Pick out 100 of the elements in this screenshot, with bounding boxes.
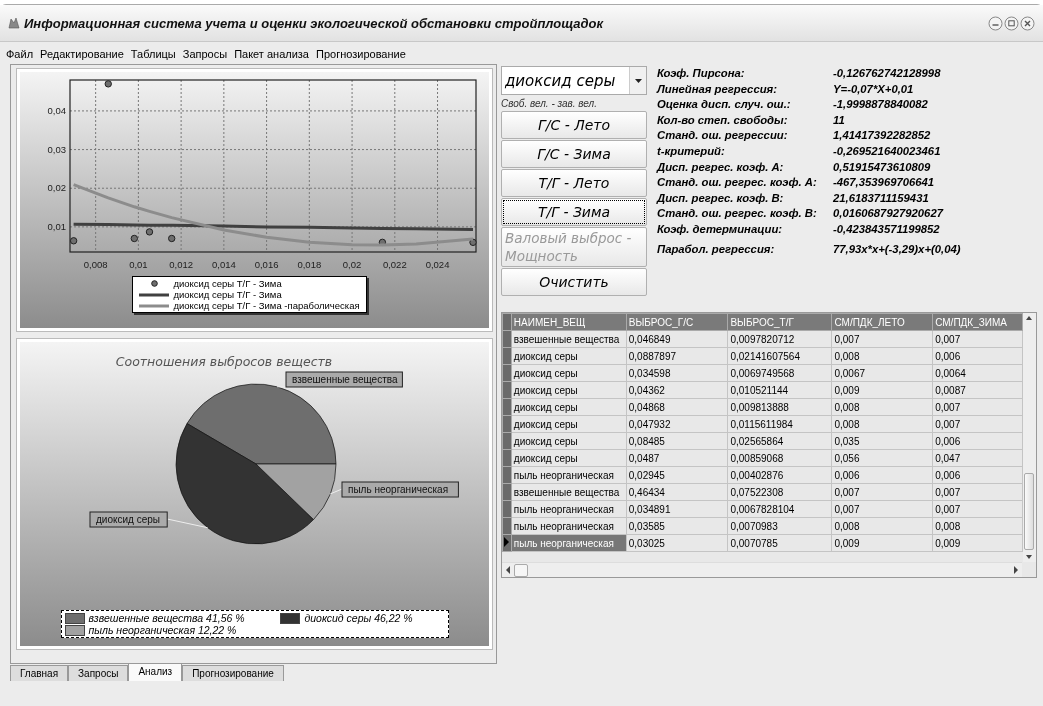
table-cell: диоксид серы [511, 415, 627, 433]
table-cell: 0,007 [831, 500, 933, 518]
axis-tick-label: 0,03 [47, 143, 66, 155]
slice-label: пыль неорганическая [347, 484, 448, 495]
table-cell: 0,02141607564 [727, 347, 832, 365]
table-cell: 0,007 [831, 330, 933, 348]
table-cell: 0,034598 [626, 364, 728, 382]
window-title: Информационная система учета и оценки экологической обстановки стройплощадок [24, 15, 605, 31]
statistic-value: 11 [833, 112, 846, 128]
statistic-label: Линейная регрессия: [657, 81, 778, 97]
statistic-label: Коэф. Пирсона: [657, 66, 746, 81]
axis-tick-label: 0,018 [296, 259, 321, 270]
axis-tick-label: 0,024 [425, 259, 449, 270]
table-cell: 0,46434 [626, 483, 728, 501]
table-cell: 0,009 [932, 534, 1023, 552]
table-cell: пыль неорганическая [511, 500, 627, 518]
table-cell: 0,04362 [626, 381, 728, 399]
statistic-label: Дисп. регрес. коэф. А: [657, 159, 785, 175]
table-cell: 0,0067828104 [727, 500, 832, 518]
table-cell: 0,0087 [932, 381, 1023, 399]
axis-tick-label: 0,01 [47, 220, 66, 232]
legend-label: диоксид серы Т/Г - Зима [173, 278, 282, 289]
table-cell: 0,02945 [626, 466, 728, 484]
slice-label: диоксид серы [95, 514, 160, 525]
table-cell: 0,0070785 [727, 534, 832, 552]
chart-title: Соотношения выбросов веществ [115, 354, 332, 369]
table-cell: 0,03025 [626, 534, 728, 552]
statistic-value: -0,423843571199852 [833, 221, 941, 237]
legend-label: диоксид серы Т/Г - Зима [173, 289, 282, 300]
legend-label: диоксид серы Т/Г - Зима -параболическая [173, 300, 360, 311]
table-cell: 0,010521144 [727, 381, 832, 399]
table-cell: 0,006 [932, 432, 1023, 450]
table-cell: 0,00859068 [727, 449, 832, 467]
legend-label: диоксид серы 46,22 % [304, 612, 413, 624]
table-cell: 0,035 [831, 432, 933, 450]
table-cell: 0,0487 [626, 449, 728, 467]
axis-tick-label: 0,014 [211, 259, 236, 270]
table-cell: 0,047932 [626, 415, 728, 433]
caption-label: Своб. вел. - зав. вел. [501, 98, 599, 109]
slice-label: пыль неорганическая [341, 481, 459, 498]
statistic-value: -1,9998878840082 [833, 97, 929, 113]
axis-tick-label: 0,008 [83, 259, 108, 270]
table-cell: 0,009813888 [727, 398, 832, 416]
table-cell: 0,009 [831, 534, 933, 552]
statistic-label: Кол-во степ. свободы: [657, 112, 789, 128]
statistic-value: -0,269521640023461 [833, 143, 942, 159]
table-cell: взвешенные вещества [511, 330, 627, 348]
table-cell: 0,0115611984 [727, 415, 832, 433]
statistic-value: 0,0160687927920627 [833, 206, 945, 222]
table-cell: пыль неорганическая [511, 466, 627, 484]
table-cell: 0,08485 [626, 432, 728, 450]
table-cell: диоксид серы [511, 432, 627, 450]
table-cell: 0,008 [831, 517, 933, 535]
axis-tick-label: 0,012 [168, 259, 193, 270]
table-cell: 0,007 [932, 500, 1023, 518]
table-cell: 0,0067 [831, 364, 933, 382]
statistic-label: Станд. ош. регрессии: [657, 128, 789, 144]
table-cell: 0,0097820712 [727, 330, 832, 348]
axis-tick-label: 0,016 [254, 259, 278, 270]
statistic-label: Оценка дисп. случ. ош.: [657, 97, 792, 113]
table-cell: 0,0064 [932, 364, 1023, 382]
statistic-label: t-критерий: [657, 143, 726, 159]
table-cell: 0,07522308 [727, 483, 832, 501]
axis-tick-label: 0,022 [382, 259, 407, 270]
table-cell: диоксид серы [511, 364, 627, 382]
table-cell: 0,007 [831, 483, 933, 501]
axis-tick-label: 0,02 [47, 182, 66, 194]
table-cell: 0,047 [932, 449, 1023, 467]
table-cell: 0,007 [932, 483, 1023, 501]
table-cell: 0,0887897 [626, 347, 728, 365]
table-cell: 0,006 [831, 466, 933, 484]
statistic-value: Y=-0,07*X+0,01 [833, 81, 915, 97]
table-cell: 0,008 [831, 347, 933, 365]
table-cell: 0,009 [831, 381, 933, 399]
table-cell: 0,007 [932, 398, 1023, 416]
table-cell: пыль неорганическая [511, 517, 627, 535]
statistic-label: Дисп. регрес. коэф. В: [657, 190, 785, 206]
table-cell: 0,046849 [626, 330, 728, 348]
statistic-label: Станд. ош. регрес. коэф. В: [657, 206, 818, 222]
table-cell: диоксид серы [511, 381, 627, 399]
table-cell: 0,03585 [626, 517, 728, 535]
table-cell: диоксид серы [511, 449, 627, 467]
slice-label: диоксид серы [89, 511, 168, 528]
axis-tick-label: 0,02 [342, 259, 361, 270]
legend-label: взвешенные вещества 41,56 % [88, 612, 245, 624]
table-cell: взвешенные вещества [511, 483, 627, 501]
table-cell: 0,007 [932, 415, 1023, 433]
statistic-value: 21,6183711159431 [833, 190, 930, 206]
table-cell: 0,0069749568 [727, 364, 832, 382]
table-cell: 0,008 [831, 398, 933, 416]
axis-tick-label: 0,01 [128, 259, 148, 270]
statistic-label: Парабол. регрессия: [657, 241, 776, 257]
table-cell: 0,008 [831, 415, 933, 433]
slice-label: взвешенные вещества [291, 374, 398, 385]
statistic-value: -0,126762742128998 [833, 66, 942, 81]
table-cell: 0,0070983 [727, 517, 832, 535]
table-cell: 0,056 [831, 449, 933, 467]
table-cell: 0,006 [932, 466, 1023, 484]
table-cell: диоксид серы [511, 398, 627, 416]
statistic-label: Коэф. детерминации: [657, 221, 784, 237]
